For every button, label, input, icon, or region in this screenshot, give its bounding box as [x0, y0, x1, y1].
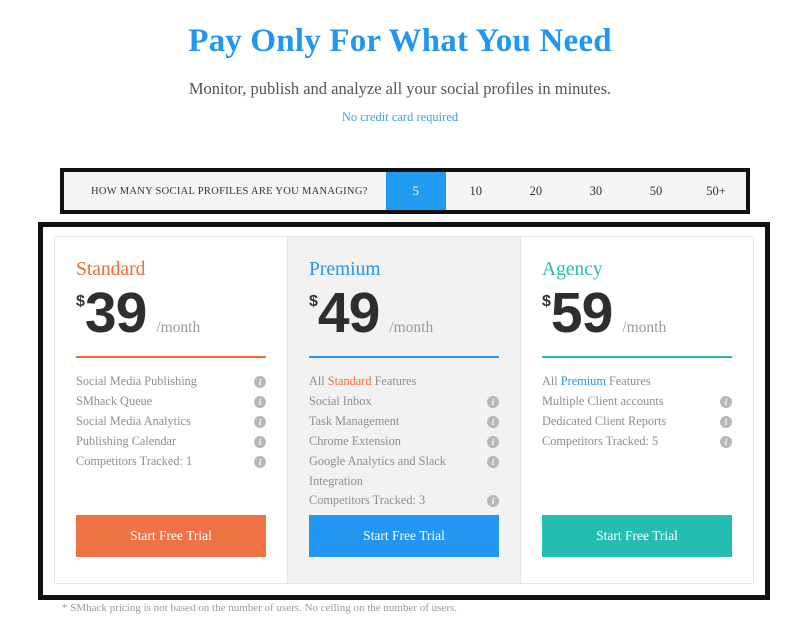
plan-feature-list: All Premium FeaturesiMultiple Client acc… [542, 372, 732, 515]
info-icon[interactable]: i [254, 376, 266, 388]
plan-price: $59/month [542, 285, 732, 347]
feature-label: Social Media Analytics [76, 413, 191, 428]
info-icon[interactable]: i [720, 415, 732, 428]
plan-card-premium: Premium$49/monthAll Standard FeaturesiSo… [288, 236, 521, 584]
plan-divider [309, 356, 499, 358]
plan-currency-symbol: $ [309, 293, 318, 310]
feature-accent: Standard [327, 374, 372, 388]
plan-price: $49/month [309, 285, 499, 347]
plan-period: /month [156, 319, 201, 336]
profile-option-20[interactable]: 20 [506, 172, 566, 210]
feature-label: Competitors Tracked: 1 [76, 453, 193, 468]
profile-option-10[interactable]: 10 [446, 172, 506, 210]
info-icon[interactable]: i [487, 415, 499, 428]
plan-amount: 49 [317, 281, 380, 345]
plan-card-standard: Standard $39/month Social Media Publishing… [54, 236, 288, 584]
no-credit-card-note: No credit card required [341, 109, 459, 124]
pricing-plans-container: Standard $39/month Social Media Publishing… [43, 227, 765, 595]
plan-feature-list: All Standard FeaturesiSocial InboxiTask … [309, 372, 499, 515]
plan-name: Standard [76, 259, 146, 280]
feature-label: Chrome Extension [309, 433, 401, 448]
info-icon[interactable]: i [487, 435, 499, 448]
start-free-trial-button[interactable]: Start Free Trial [76, 515, 266, 557]
plan-name: Agency [542, 259, 603, 280]
plan-amount: 39 [84, 281, 147, 345]
info-icon[interactable]: i [254, 395, 266, 408]
info-icon[interactable]: i [487, 455, 499, 468]
feature-label: Publishing Calendar [76, 433, 177, 448]
profile-option-50[interactable]: 50 [626, 172, 686, 210]
feature-suffix: Features [605, 374, 651, 388]
feature-label: Competitors Tracked: 3 [309, 493, 426, 508]
feature-label: All Standard Features [309, 372, 424, 392]
plan-feature-list: Social Media Publishing i SMhack Queue i Soc… [76, 372, 266, 515]
info-icon[interactable]: i [254, 455, 266, 468]
feature-item: Competitors Tracked: 1 i [76, 452, 266, 472]
feature-item: Chrome Extension i [309, 432, 499, 452]
feature-label: All Premium Features [542, 372, 659, 392]
feature-label: Multiple Client accounts [542, 393, 664, 408]
feature-prefix: All [542, 374, 561, 388]
plan-card-agency: Agency$59/monthAll Premium FeaturesiMult… [521, 236, 754, 584]
info-icon[interactable]: i [254, 435, 266, 448]
page-subtitle: Monitor, publish and analyze all your so… [188, 78, 612, 98]
pricing-footnote: * SMhack pricing is not based on the num… [62, 602, 458, 614]
feature-item: SMhack Queue i [76, 392, 266, 412]
feature-item: All Standard Featuresi [309, 372, 499, 392]
feature-label: SMhack Queue [76, 393, 153, 408]
feature-item: Social Media Publishing i [76, 372, 266, 392]
plan-currency-symbol: $ [76, 293, 85, 310]
feature-label: Social Media Publishing [76, 374, 197, 388]
page-title: Pay Only For What You Need [188, 23, 612, 59]
profile-option-5[interactable]: 5 [385, 172, 446, 210]
feature-label: Competitors Tracked: 5 [542, 433, 659, 448]
feature-item: Publishing Calendar i [76, 432, 266, 452]
plan-divider [542, 356, 732, 358]
info-icon[interactable]: i [720, 435, 732, 448]
feature-label: Google Analytics and Slack Integration [309, 453, 446, 488]
feature-label: Dedicated Client Reports [542, 413, 667, 428]
info-icon[interactable]: i [254, 415, 266, 428]
plan-currency-symbol: $ [542, 293, 551, 310]
info-icon[interactable]: i [487, 395, 499, 408]
profile-option-50plus[interactable]: 50+ [686, 172, 746, 210]
profile-option-30[interactable]: 30 [566, 172, 626, 210]
info-icon[interactable]: i [720, 395, 732, 408]
info-icon[interactable]: i [487, 495, 499, 508]
feature-item: Multiple Client accounts i [542, 392, 732, 412]
profile-selector-question: HOW MANY SOCIAL PROFILES ARE YOU MANAGIN… [91, 185, 368, 197]
plan-amount: 59 [550, 281, 613, 345]
profile-selector-options: 5 10 20 30 50 50+ [385, 172, 746, 210]
feature-label: Social Inbox [309, 393, 372, 408]
profile-selector-highlight-box: HOW MANY SOCIAL PROFILES ARE YOU MANAGIN… [60, 168, 750, 214]
feature-item: Task Management i [309, 412, 499, 432]
profile-selector-bar: HOW MANY SOCIAL PROFILES ARE YOU MANAGIN… [64, 172, 746, 210]
feature-item: Social Inbox i [309, 392, 499, 412]
feature-item: Google Analytics and Slack Integration i [309, 452, 499, 492]
feature-label: Task Management [309, 413, 400, 428]
plan-divider [76, 356, 266, 358]
plan-period: /month [622, 319, 667, 336]
feature-item: Competitors Tracked: 5 i [542, 432, 732, 452]
feature-suffix: Features [371, 374, 417, 388]
feature-item: Competitors Tracked: 3 i [309, 491, 499, 511]
feature-accent: Premium [560, 374, 606, 388]
start-free-trial-button[interactable]: Start Free Trial [309, 515, 499, 557]
feature-prefix: All [309, 374, 328, 388]
feature-item: Social Media Analytics i [76, 412, 266, 432]
feature-item: Dedicated Client Reports i [542, 412, 732, 432]
feature-item: All Premium Featuresi [542, 372, 732, 392]
plan-price: $39/month [76, 285, 266, 347]
plan-name: Premium [309, 259, 381, 280]
plan-period: /month [389, 319, 434, 336]
start-free-trial-button[interactable]: Start Free Trial [542, 515, 732, 557]
pricing-plans-highlight-box: Standard $39/month Social Media Publishing… [38, 222, 770, 600]
